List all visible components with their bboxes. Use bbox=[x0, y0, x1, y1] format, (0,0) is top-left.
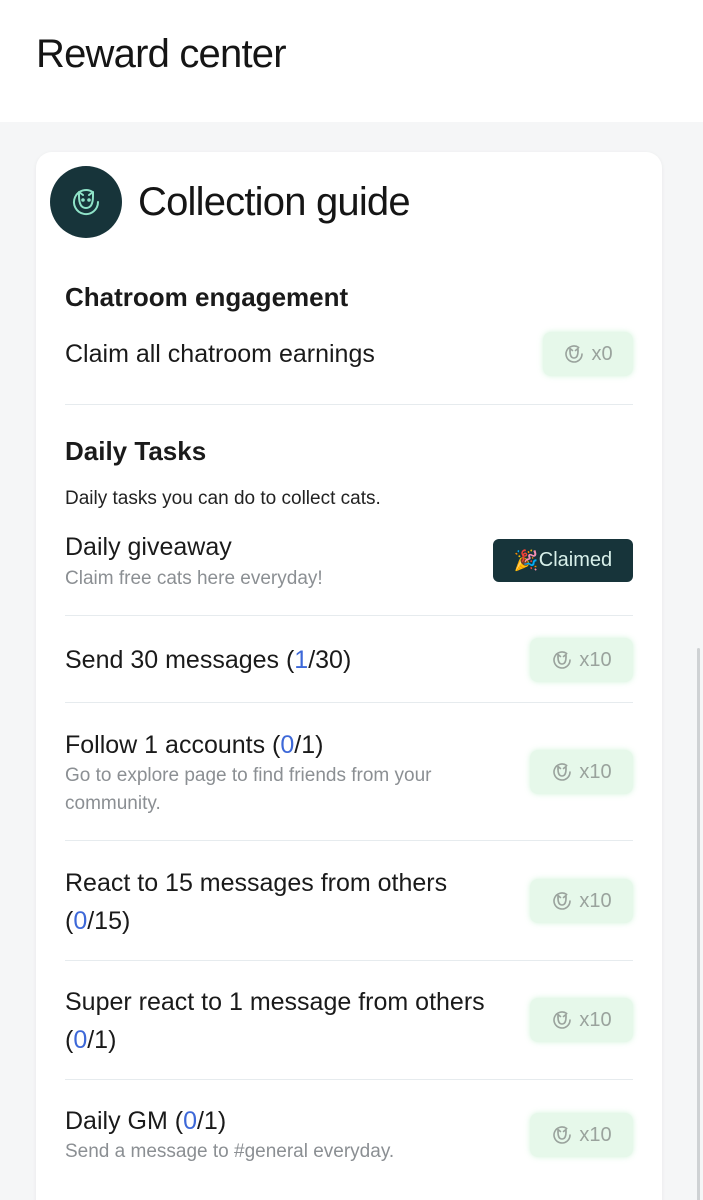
divider bbox=[65, 1079, 633, 1080]
task-title: Super react to 1 message from others (0/… bbox=[65, 988, 485, 1054]
task-title: React to 15 messages from others (0/15) bbox=[65, 869, 448, 935]
task-progress: 1 bbox=[294, 646, 309, 674]
divider bbox=[65, 960, 633, 961]
cat-coin-icon bbox=[565, 345, 584, 363]
top-bar: Reward center bbox=[0, 0, 703, 122]
scrollbar[interactable] bbox=[697, 648, 700, 1200]
chatroom-section-title: Chatroom engagement bbox=[65, 282, 349, 312]
task-subtitle: Go to explore page to find friends from … bbox=[65, 765, 432, 814]
cat-coin-icon bbox=[553, 1126, 572, 1144]
task-reward-value: x10 bbox=[579, 648, 612, 671]
task-reward-button[interactable]: x10 bbox=[530, 638, 633, 682]
daily-section-title: Daily Tasks bbox=[65, 436, 207, 466]
card-title: Collection guide bbox=[138, 179, 411, 224]
divider bbox=[65, 702, 633, 703]
task-reward-value: x10 bbox=[579, 889, 612, 912]
chatroom-reward-button[interactable]: x0 bbox=[543, 332, 633, 376]
cat-coin-icon bbox=[553, 892, 572, 910]
cat-coin-icon bbox=[553, 1011, 572, 1029]
task-reward-button[interactable]: x10 bbox=[530, 1113, 633, 1157]
task-reward-value: x10 bbox=[579, 760, 612, 783]
task-reward-button[interactable]: x10 bbox=[530, 879, 633, 923]
task-title: Daily GM (0/1) bbox=[65, 1107, 227, 1135]
chatroom-task-title: Claim all chatroom earnings bbox=[65, 340, 375, 368]
task-title: Follow 1 accounts (0/1) bbox=[65, 731, 324, 759]
card-header: Collection guide bbox=[50, 166, 411, 238]
claimed-label: Claimed bbox=[538, 549, 613, 571]
chatroom-reward-value: x0 bbox=[591, 342, 613, 365]
divider bbox=[65, 404, 633, 405]
task-progress: 0 bbox=[183, 1107, 197, 1135]
cat-coin-icon bbox=[553, 763, 572, 781]
brand-avatar bbox=[50, 166, 122, 238]
cat-face-icon bbox=[73, 189, 100, 216]
collection-guide-card: Collection guide Chatroom engagement Cla… bbox=[36, 152, 662, 1200]
cat-coin-icon bbox=[553, 651, 572, 669]
party-popper-icon: 🎉 bbox=[513, 550, 539, 572]
task-progress: 0 bbox=[73, 907, 88, 935]
task-reward-button[interactable]: x10 bbox=[530, 998, 633, 1042]
giveaway-subtitle: Claim free cats here everyday! bbox=[65, 568, 323, 589]
task-progress: 0 bbox=[280, 731, 295, 759]
task-progress: 0 bbox=[73, 1026, 88, 1054]
task-reward-button[interactable]: x10 bbox=[530, 750, 633, 794]
claimed-button[interactable]: 🎉 Claimed bbox=[493, 539, 633, 582]
daily-section-description: Daily tasks you can do to collect cats. bbox=[65, 488, 381, 509]
task-reward-value: x10 bbox=[579, 1123, 612, 1146]
page-title: Reward center bbox=[36, 32, 287, 76]
giveaway-title: Daily giveaway bbox=[65, 533, 232, 561]
divider bbox=[65, 615, 633, 616]
task-title: Send 30 messages (1/30) bbox=[65, 646, 352, 674]
task-subtitle: Send a message to #general everyday. bbox=[65, 1141, 395, 1162]
task-reward-value: x10 bbox=[579, 1008, 612, 1031]
divider bbox=[65, 840, 633, 841]
